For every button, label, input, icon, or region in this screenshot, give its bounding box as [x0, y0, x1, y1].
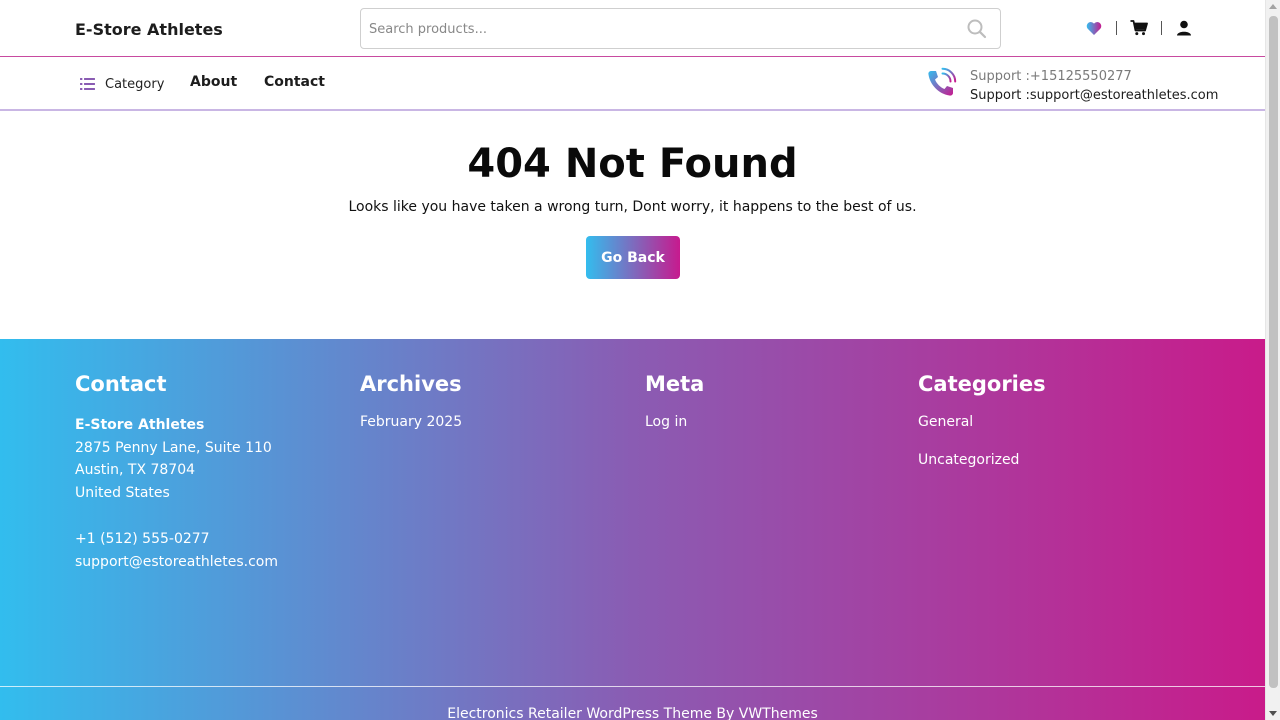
page: E-Store Athletes Search products... Cate…: [0, 0, 1265, 720]
contact-address-line1: 2875 Penny Lane, Suite 110: [75, 439, 272, 456]
footer-heading-archives: Archives: [360, 372, 462, 396]
phone-icon: [925, 67, 957, 99]
page-title: 404 Not Found: [467, 141, 798, 187]
top-header: E-Store Athletes: [0, 0, 1265, 57]
support-info: Support :+15125550277 Support :support@e…: [925, 67, 1218, 105]
nav-link-contact[interactable]: Contact: [264, 74, 325, 90]
category-link-uncategorized[interactable]: Uncategorized: [918, 452, 1046, 468]
footer-heading-meta: Meta: [645, 372, 705, 396]
contact-name: E-Store Athletes: [75, 417, 205, 433]
footer-contact: Contact E-Store Athletes 2875 Penny Lane…: [75, 372, 278, 573]
contact-country: United States: [75, 484, 170, 501]
footer-categories: Categories General Uncategorized: [918, 372, 1046, 490]
nav-link-about[interactable]: About: [190, 74, 237, 90]
search-box: [360, 8, 1001, 49]
category-menu-button[interactable]: Category: [80, 75, 164, 94]
footer-meta: Meta Log in: [645, 372, 704, 452]
heart-icon[interactable]: [1085, 19, 1103, 37]
contact-address-line2: Austin, TX 78704: [75, 462, 196, 478]
contact-phone[interactable]: +1 (512) 555-0277: [75, 528, 278, 551]
footer-heading-contact: Contact: [75, 372, 167, 396]
support-phone[interactable]: Support :+15125550277: [970, 67, 1218, 86]
search-icon[interactable]: [966, 18, 988, 40]
header-divider: [1161, 21, 1162, 35]
category-link-general[interactable]: General: [918, 414, 1046, 430]
contact-spacer: [75, 504, 278, 528]
scrollbar-thumb[interactable]: [1269, 16, 1278, 688]
footer-credit[interactable]: Electronics Retailer WordPress Theme By …: [0, 686, 1265, 720]
header-divider: [1116, 21, 1117, 35]
scrollbar[interactable]: [1265, 0, 1280, 720]
contact-email[interactable]: support@estoreathletes.com: [75, 551, 278, 574]
scroll-up-arrow-icon[interactable]: [1269, 4, 1277, 9]
footer-heading-categories: Categories: [918, 372, 1046, 396]
nav-bar: Category About Contact Support :+1512555…: [0, 58, 1265, 111]
list-icon: [80, 75, 95, 94]
search-input[interactable]: [369, 18, 949, 40]
go-back-button[interactable]: Go Back: [586, 236, 680, 279]
user-icon[interactable]: [1175, 19, 1193, 37]
category-label: Category: [105, 77, 165, 92]
error-description: Looks like you have taken a wrong turn, …: [348, 199, 917, 215]
scroll-down-arrow-icon[interactable]: [1269, 711, 1277, 716]
header-icons: [1085, 17, 1193, 39]
footer-archives: Archives February 2025: [360, 372, 462, 452]
footer: Contact E-Store Athletes 2875 Penny Lane…: [0, 339, 1265, 720]
support-lines: Support :+15125550277 Support :support@e…: [970, 67, 1218, 105]
cart-icon[interactable]: [1130, 19, 1148, 37]
contact-address: E-Store Athletes 2875 Penny Lane, Suite …: [75, 414, 278, 573]
support-email[interactable]: Support :support@estoreathletes.com: [970, 86, 1218, 105]
archive-link[interactable]: February 2025: [360, 414, 462, 430]
meta-link-login[interactable]: Log in: [645, 414, 704, 430]
site-title[interactable]: E-Store Athletes: [75, 20, 223, 39]
